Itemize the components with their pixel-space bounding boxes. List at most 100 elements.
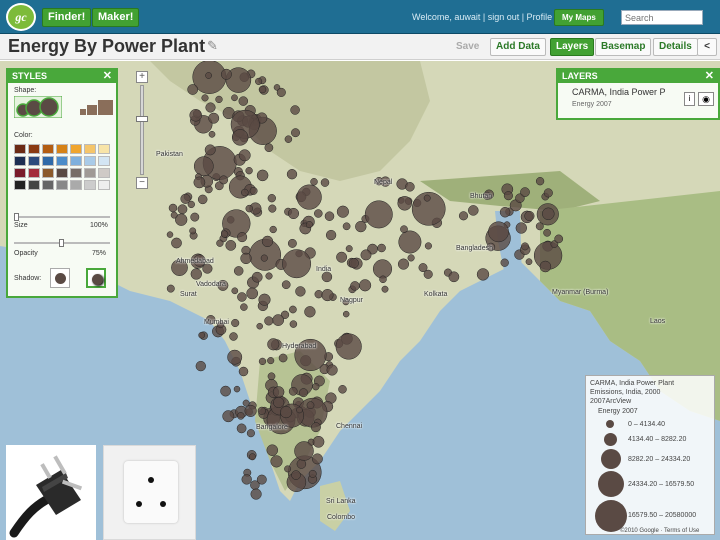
power-plant-marker[interactable] <box>503 191 513 201</box>
power-plant-marker[interactable] <box>237 232 248 243</box>
power-plant-marker[interactable] <box>266 444 279 456</box>
power-plant-marker[interactable] <box>423 269 433 279</box>
power-plant-marker[interactable] <box>267 372 276 381</box>
power-plant-marker[interactable] <box>524 210 535 222</box>
power-plant-marker[interactable] <box>372 259 393 279</box>
power-plant-marker[interactable] <box>258 293 271 306</box>
color-swatch[interactable] <box>84 168 96 178</box>
power-plant-marker[interactable] <box>299 388 308 398</box>
power-plant-marker[interactable] <box>267 338 280 351</box>
power-plant-marker[interactable] <box>278 353 288 363</box>
power-plant-marker[interactable] <box>189 109 202 122</box>
power-plant-marker[interactable] <box>348 258 359 269</box>
shape-squares-option[interactable] <box>78 97 114 117</box>
color-swatch[interactable] <box>28 144 40 154</box>
shadow-off-button[interactable] <box>50 268 70 288</box>
power-plant-marker[interactable] <box>314 290 323 299</box>
power-plant-marker[interactable] <box>258 357 267 366</box>
power-plant-marker[interactable] <box>237 292 247 302</box>
power-plant-marker[interactable] <box>256 169 269 182</box>
power-plant-marker[interactable] <box>250 488 262 500</box>
power-plant-marker[interactable] <box>166 284 175 293</box>
power-plant-marker[interactable] <box>246 287 259 300</box>
layer-visibility-icon[interactable]: ◉ <box>698 92 714 106</box>
power-plant-marker[interactable] <box>488 221 509 243</box>
power-plant-marker[interactable] <box>290 105 300 115</box>
power-plant-marker[interactable] <box>238 366 249 377</box>
power-plant-marker[interactable] <box>397 196 412 211</box>
power-plant-marker[interactable] <box>286 169 298 180</box>
power-plant-marker[interactable] <box>535 222 544 231</box>
power-plant-marker[interactable] <box>270 455 283 468</box>
power-plant-marker[interactable] <box>448 271 460 283</box>
color-swatch[interactable] <box>70 168 82 178</box>
power-plant-marker[interactable] <box>264 143 274 153</box>
power-plant-marker[interactable] <box>500 258 509 267</box>
power-plant-marker[interactable] <box>237 412 245 420</box>
power-plant-marker[interactable] <box>335 333 362 360</box>
power-plant-marker[interactable] <box>233 385 241 393</box>
power-plant-marker[interactable] <box>222 410 235 423</box>
basemap-button[interactable]: Basemap <box>595 38 652 56</box>
zoom-slider[interactable] <box>136 85 148 175</box>
power-plant-marker[interactable] <box>377 243 386 253</box>
power-plant-marker[interactable] <box>187 84 199 95</box>
power-plant-marker[interactable] <box>205 102 216 113</box>
save-button[interactable]: Save <box>450 38 486 56</box>
power-plant-marker[interactable] <box>219 175 229 185</box>
power-plant-marker[interactable] <box>264 316 274 326</box>
details-button[interactable]: Details <box>653 38 698 56</box>
add-data-button[interactable]: Add Data <box>490 38 546 56</box>
power-plant-marker[interactable] <box>308 469 317 478</box>
layers-close-icon[interactable]: ✕ <box>705 70 714 83</box>
power-plant-marker[interactable] <box>282 249 312 279</box>
power-plant-marker[interactable] <box>310 422 321 433</box>
opacity-slider-thumb[interactable] <box>59 239 64 247</box>
zoom-in-button[interactable]: + <box>136 71 148 83</box>
power-plant-marker[interactable] <box>231 318 240 328</box>
power-plant-marker[interactable] <box>220 230 229 238</box>
color-swatch[interactable] <box>98 168 110 178</box>
welcome-links[interactable]: Welcome, auwait | sign out | Profile <box>412 12 552 22</box>
power-plant-marker[interactable] <box>261 235 274 248</box>
power-plant-marker[interactable] <box>177 204 188 215</box>
power-plant-marker[interactable] <box>306 401 315 410</box>
power-plant-marker[interactable] <box>193 156 214 177</box>
power-plant-marker[interactable] <box>320 178 330 187</box>
power-plant-marker[interactable] <box>240 303 248 311</box>
power-plant-marker[interactable] <box>304 306 316 318</box>
power-plant-marker[interactable] <box>245 204 254 213</box>
power-plant-marker[interactable] <box>251 271 263 283</box>
power-plant-marker[interactable] <box>241 474 252 485</box>
power-plant-marker[interactable] <box>345 245 353 253</box>
color-swatch[interactable] <box>42 144 54 154</box>
power-plant-marker[interactable] <box>171 237 182 249</box>
power-plant-marker[interactable] <box>268 204 277 213</box>
power-plant-marker[interactable] <box>225 240 237 251</box>
power-plant-marker[interactable] <box>342 222 351 231</box>
power-plant-marker[interactable] <box>241 188 249 197</box>
color-swatch[interactable] <box>14 180 26 190</box>
power-plant-marker[interactable] <box>265 272 273 280</box>
power-plant-marker[interactable] <box>296 406 303 414</box>
power-plant-marker[interactable] <box>256 322 263 330</box>
power-plant-marker[interactable] <box>190 212 200 222</box>
power-plant-marker[interactable] <box>267 357 275 365</box>
power-plant-marker[interactable] <box>195 360 206 372</box>
power-plant-marker[interactable] <box>321 289 334 302</box>
power-plant-marker[interactable] <box>201 94 209 102</box>
power-plant-marker[interactable] <box>204 144 216 156</box>
power-plant-marker[interactable] <box>229 332 238 341</box>
power-plant-marker[interactable] <box>248 453 256 461</box>
power-plant-marker[interactable] <box>360 249 372 261</box>
power-plant-marker[interactable] <box>554 234 564 244</box>
power-plant-marker[interactable] <box>220 385 231 397</box>
color-swatch[interactable] <box>84 156 96 166</box>
color-swatch[interactable] <box>56 168 68 178</box>
power-plant-marker[interactable] <box>193 176 206 189</box>
power-plant-marker[interactable] <box>325 229 337 241</box>
shadow-on-button[interactable] <box>86 268 106 288</box>
power-plant-marker[interactable] <box>260 254 268 262</box>
power-plant-marker[interactable] <box>336 251 348 263</box>
power-plant-marker[interactable] <box>364 200 393 229</box>
